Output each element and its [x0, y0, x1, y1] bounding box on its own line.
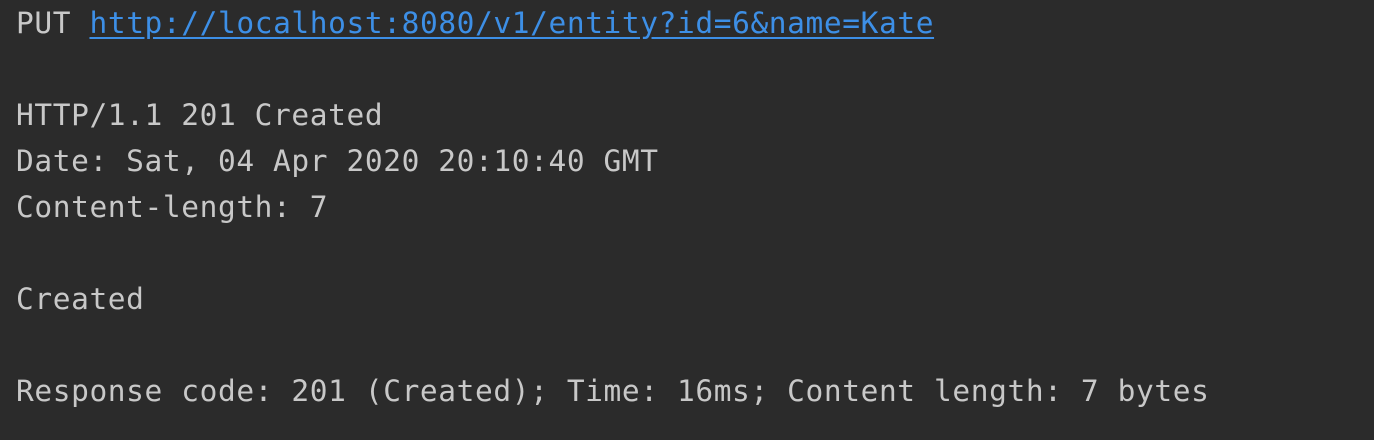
header-date: Date: Sat, 04 Apr 2020 20:10:40 GMT	[16, 144, 659, 178]
request-line: PUT http://localhost:8080/v1/entity?id=6…	[16, 0, 934, 46]
response-body: Created	[16, 282, 145, 316]
status-line: HTTP/1.1 201 Created	[16, 98, 384, 132]
request-method: PUT	[16, 6, 72, 40]
http-response-console: PUT http://localhost:8080/v1/entity?id=6…	[0, 0, 1374, 440]
request-url-link[interactable]: http://localhost:8080/v1/entity?id=6&nam…	[89, 6, 934, 40]
response-summary: Response code: 201 (Created); Time: 16ms…	[16, 374, 1210, 408]
header-content-length: Content-length: 7	[16, 190, 329, 224]
